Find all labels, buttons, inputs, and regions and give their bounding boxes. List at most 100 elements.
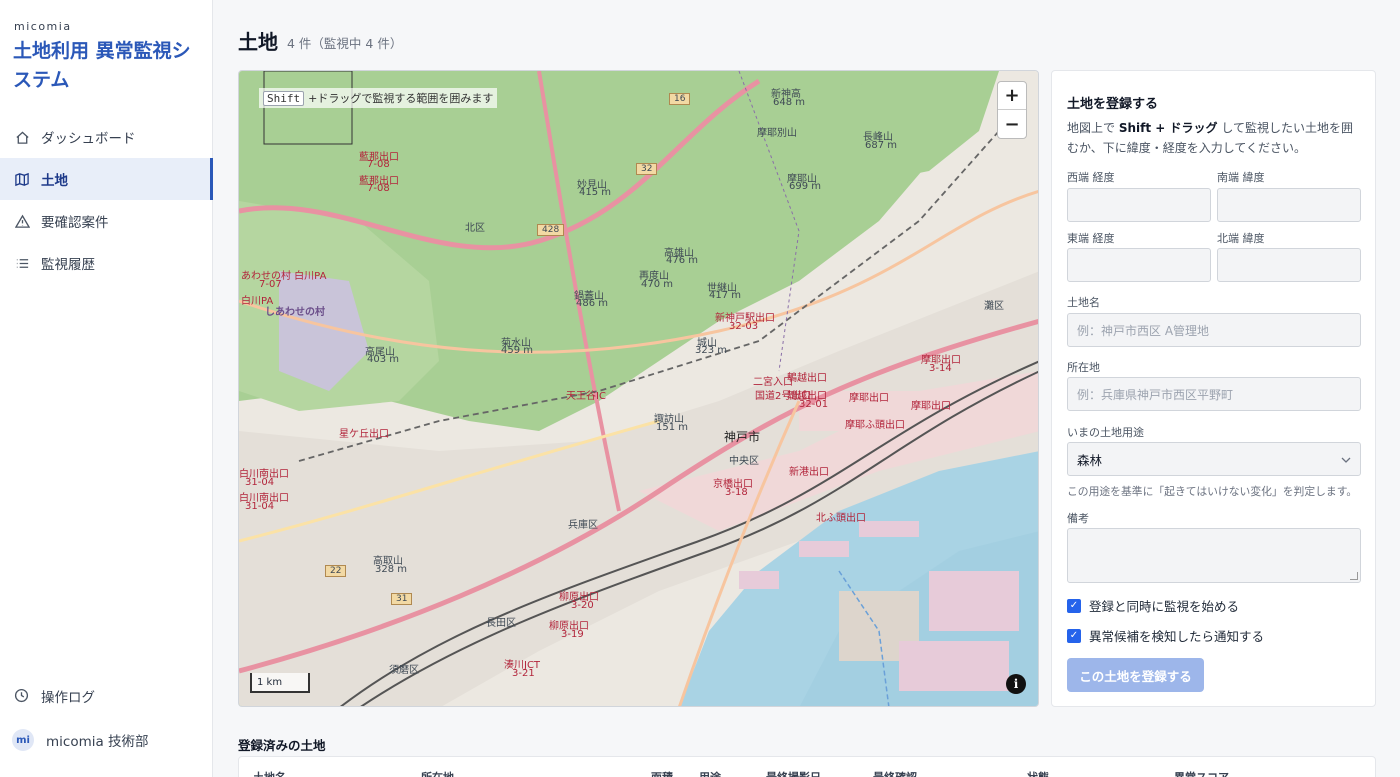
map-label-toll2-n: 7-08 bbox=[367, 183, 390, 194]
sidebar-item-label: 監視履歴 bbox=[41, 257, 95, 273]
map-shift-hint: Shift +ドラッグで監視する範囲を囲みます bbox=[259, 88, 498, 108]
map-label-toll20: あわせの村 白川PA bbox=[241, 271, 327, 282]
map-label-toll19: 摩耶出口 bbox=[849, 393, 889, 404]
registered-land-table-header: 土地名 所在地 面積 用途 最終撮影日 最終確認 状態 異常スコア bbox=[238, 756, 1376, 777]
registered-land-title: 登録済みの土地 bbox=[238, 738, 326, 753]
map-view[interactable]: 神戸市 中央区 北区 兵庫区 長田区 須磨区 灘区 妙見山 415 m 高雄山 … bbox=[238, 70, 1039, 707]
zoom-out-button[interactable]: − bbox=[998, 110, 1026, 138]
brand-small: micomia bbox=[14, 20, 72, 33]
map-label-toll13-n: 31-04 bbox=[245, 477, 275, 488]
map-label-toll20-n: 7-07 bbox=[259, 279, 282, 290]
resize-grip-icon bbox=[1350, 572, 1358, 580]
sidebar-item-land[interactable]: 土地 bbox=[0, 158, 213, 200]
checkmark-icon: ✓ bbox=[1067, 598, 1081, 613]
clock-icon bbox=[14, 688, 30, 704]
land-use-label: いまの土地用途 bbox=[1067, 426, 1144, 439]
user-name: micomia 技術部 bbox=[46, 734, 149, 750]
column-header[interactable]: 最終確認 bbox=[873, 769, 917, 777]
map-label-shiawase: しあわせの村 bbox=[265, 307, 325, 318]
map-label-jo-h: 323 m bbox=[695, 345, 728, 356]
note-label: 備考 bbox=[1067, 512, 1089, 525]
map-label-toll9: 北ふ頭出口 bbox=[816, 513, 866, 524]
map-label-toll6: 摩耶出口 bbox=[911, 401, 951, 412]
map-label-nagata: 長田区 bbox=[486, 618, 516, 629]
map-label-nabekabuto-h: 486 m bbox=[576, 298, 609, 309]
user-menu[interactable]: mi micomia 技術部 bbox=[0, 717, 213, 763]
map-label-kita: 北区 bbox=[465, 223, 485, 234]
address-label: 所在地 bbox=[1067, 361, 1100, 374]
sidebar-item-history[interactable]: 監視履歴 bbox=[0, 242, 213, 284]
column-header[interactable]: 面積 bbox=[651, 769, 673, 777]
address-input[interactable]: 例：兵庫県神戸市西区平野町 bbox=[1067, 377, 1361, 411]
map-label-maya-h: 699 m bbox=[789, 181, 822, 192]
route-shield-428: 428 bbox=[537, 224, 565, 236]
map-label-shindo-h: 648 m bbox=[773, 97, 806, 108]
op-log-label: 操作ログ bbox=[41, 690, 95, 706]
column-header[interactable]: 最終撮影日 bbox=[766, 769, 821, 777]
notify-checkbox[interactable]: ✓ 異常候補を検知したら通知する bbox=[1067, 626, 1264, 645]
column-header[interactable]: 用途 bbox=[699, 769, 721, 777]
map-label-toll14-n: 31-04 bbox=[245, 501, 275, 512]
column-header[interactable]: 所在地 bbox=[421, 769, 454, 777]
map-label-toll12-n: 3-21 bbox=[512, 668, 535, 679]
panel-description: 地図上で Shift + ドラッグ して監視したい土地を囲むか、下に緯度・経度を… bbox=[1067, 121, 1353, 155]
sidebar-item-label: 要確認案件 bbox=[41, 215, 109, 231]
zoom-in-button[interactable]: + bbox=[998, 82, 1026, 110]
map-label-setsu-h: 417 m bbox=[709, 290, 742, 301]
sidebar-item-operation-log[interactable]: 操作ログ bbox=[0, 675, 213, 717]
chevron-down-icon bbox=[1341, 453, 1351, 466]
start-monitoring-label: 登録と同時に監視を始める bbox=[1089, 599, 1240, 614]
map-label-toll5-n: 3-18 bbox=[725, 487, 748, 498]
sidebar-bottom: 操作ログ mi micomia 技術部 bbox=[0, 675, 213, 763]
route-shield-31: 31 bbox=[391, 593, 413, 605]
brand-title: 土地利用 異常監視システム bbox=[13, 40, 191, 91]
map-label-toll23: 星ケ丘出口 bbox=[339, 429, 389, 440]
start-monitoring-checkbox[interactable]: ✓ 登録と同時に監視を始める bbox=[1067, 596, 1239, 615]
south-lat-input[interactable] bbox=[1217, 188, 1361, 222]
column-header[interactable]: 状態 bbox=[1027, 769, 1049, 777]
map-label-toll16: 国道2号出口 bbox=[755, 391, 812, 402]
sidebar-item-dashboard[interactable]: ダッシュボード bbox=[0, 116, 213, 158]
map-label-toll3-n: 32-03 bbox=[729, 321, 759, 332]
land-name-label: 土地名 bbox=[1067, 296, 1100, 309]
panel-title: 土地を登録する bbox=[1067, 97, 1159, 112]
west-lon-label: 西端 経度 bbox=[1067, 171, 1115, 184]
note-textarea[interactable] bbox=[1067, 528, 1361, 583]
map-label-kohoku-h: 328 m bbox=[375, 564, 408, 575]
map-label-suma: 須磨区 bbox=[389, 665, 419, 676]
map-label-nagamine-h: 687 m bbox=[865, 140, 898, 151]
avatar: mi bbox=[12, 729, 34, 751]
map-label-toll18-n: 3-14 bbox=[929, 363, 952, 374]
land-use-select[interactable]: 森林 bbox=[1067, 442, 1361, 476]
home-icon bbox=[14, 129, 30, 145]
west-lon-input[interactable] bbox=[1067, 188, 1211, 222]
map-icon bbox=[14, 171, 30, 187]
map-label-futatabi-h: 470 m bbox=[641, 279, 674, 290]
warning-icon bbox=[14, 213, 30, 229]
map-label-nada: 灘区 bbox=[984, 301, 1004, 312]
page-count: 4 件（監視中 4 件） bbox=[287, 36, 403, 51]
info-icon[interactable]: i bbox=[1006, 674, 1026, 694]
sidebar-item-label: 土地 bbox=[41, 173, 68, 189]
map-label-takao2-h: 403 m bbox=[367, 354, 400, 365]
register-land-panel: 土地を登録する 地図上で Shift + ドラッグ して監視したい土地を囲むか、… bbox=[1051, 70, 1376, 707]
map-label-suwa-h: 151 m bbox=[656, 422, 689, 433]
sidebar-item-label: ダッシュボード bbox=[41, 131, 136, 147]
map-label-hyogo: 兵庫区 bbox=[568, 520, 598, 531]
sidebar: micomia 土地利用 異常監視システム ダッシュボード 土地 要確認案件 監… bbox=[0, 0, 213, 777]
sidebar-item-review[interactable]: 要確認案件 bbox=[0, 200, 213, 242]
land-name-input[interactable]: 例：神戸市西区 A管理地 bbox=[1067, 313, 1361, 347]
shift-hint-text: +ドラッグで監視する範囲を囲みます bbox=[308, 92, 494, 105]
shift-key-badge: Shift bbox=[263, 90, 305, 106]
map-label-toll7: 摩耶ふ頭出口 bbox=[845, 420, 905, 431]
register-land-button[interactable]: この土地を登録する bbox=[1067, 658, 1204, 692]
north-lat-input[interactable] bbox=[1217, 248, 1361, 282]
map-label-myoken-h: 415 m bbox=[579, 187, 612, 198]
column-header[interactable]: 土地名 bbox=[253, 769, 286, 777]
route-shield-22: 22 bbox=[325, 565, 347, 577]
column-header[interactable]: 異常スコア bbox=[1174, 769, 1229, 777]
map-label-kobe: 神戸市 bbox=[724, 430, 761, 444]
map-scale-bar: 1 km bbox=[250, 673, 310, 693]
east-lon-input[interactable] bbox=[1067, 248, 1211, 282]
app-root: micomia 土地利用 異常監視システム ダッシュボード 土地 要確認案件 監… bbox=[0, 0, 1400, 777]
